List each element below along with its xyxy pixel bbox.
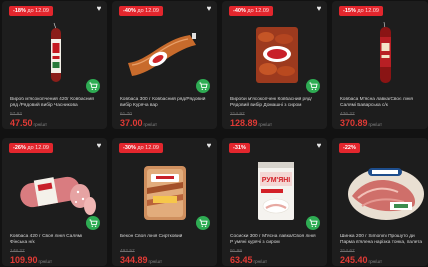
product-name[interactable]: Ковбаса 300 г Ковбасний ряд/Рядовий вибі…	[120, 97, 210, 109]
price-value: 37.00	[120, 118, 143, 128]
discount-badge: -15% до 12.09	[339, 6, 383, 16]
product-name[interactable]: Вироб м'ясокопчений 420г Ковбасний ряд /…	[10, 97, 100, 109]
favorite-heart-icon[interactable]: ♥	[314, 141, 324, 151]
price-unit: грн/шт	[148, 259, 163, 264]
old-price: 148.27	[10, 249, 25, 254]
old-price: 57.92	[10, 112, 23, 117]
price-value: 245.40	[340, 255, 368, 265]
price: 47.50грн/шт	[10, 118, 47, 129]
price-value: 344.89	[120, 255, 148, 265]
discount-percent: -18%	[13, 8, 26, 14]
discount-percent: -30%	[123, 145, 136, 151]
price: 37.00грн/шт	[120, 118, 157, 129]
price-unit: грн/шт	[258, 122, 273, 127]
price: 245.40грн/шт	[340, 255, 382, 266]
price: 344.89грн/шт	[120, 255, 162, 266]
price-value: 63.45	[230, 255, 253, 265]
add-to-cart-button[interactable]	[86, 79, 100, 93]
price-unit: грн/шт	[368, 122, 383, 127]
discount-until: до 12.09	[27, 8, 49, 14]
product-image[interactable]	[338, 158, 428, 222]
discount-percent: -40%	[123, 8, 136, 14]
old-price: 214.97	[230, 112, 245, 117]
favorite-heart-icon[interactable]: ♥	[204, 141, 214, 151]
add-to-cart-button[interactable]	[86, 216, 100, 230]
price-value: 370.89	[340, 118, 368, 128]
price: 109.90грн/шт	[10, 255, 52, 266]
product-name[interactable]: Бекон Своя лінія Сиртковий	[120, 234, 210, 240]
cart-icon	[199, 219, 208, 227]
discount-percent: -40%	[233, 8, 246, 14]
price-unit: грн/шт	[368, 259, 383, 264]
cart-icon	[89, 82, 98, 90]
product-image[interactable]: РУМ'ЯНІ	[228, 158, 321, 222]
price-unit: грн/шт	[143, 122, 158, 127]
add-to-cart-button[interactable]	[306, 79, 320, 93]
discount-badge: -26% до 12.09	[9, 143, 53, 153]
product-image[interactable]	[118, 158, 211, 222]
product-card[interactable]: -30% до 12.09 ♥ Бекон Своя лінія Сиртков…	[112, 138, 217, 266]
product-name[interactable]: Вироби м'ясокопчені Ковбасний ряд/Рядови…	[230, 97, 320, 109]
product-card[interactable]: -26% до 12.09 ♥ Ковбаса 420 г Своя лінія…	[2, 138, 107, 266]
discount-percent: -22%	[343, 145, 356, 151]
favorite-heart-icon[interactable]: ♥	[204, 4, 214, 14]
product-name[interactable]: Ковбаса М'ясна лавка/Своє лінія Салямі Б…	[340, 97, 428, 109]
favorite-heart-icon[interactable]: ♥	[314, 4, 324, 14]
discount-badge: -31%	[229, 143, 250, 153]
product-image[interactable]	[338, 21, 428, 85]
price: 63.45грн/шт	[230, 255, 267, 266]
old-price: 436.27	[340, 112, 355, 117]
discount-until: до 12.09	[137, 8, 159, 14]
discount-until: до 12.09	[247, 8, 269, 14]
discount-badge: -18% до 12.09	[9, 6, 53, 16]
discount-badge: -30% до 12.09	[119, 143, 163, 153]
product-card[interactable]: -40% до 12.09 ♥ Ковбаса 300 г Ковбасний …	[112, 1, 217, 129]
product-card[interactable]: -22% Шинка 200 г Simonini Прошуто ди Пар…	[332, 138, 428, 266]
product-image[interactable]	[8, 21, 101, 85]
product-name[interactable]: Сосиски 300 г М'ясна лавка/Своя лінія Р …	[230, 234, 320, 246]
product-grid: -18% до 12.09 ♥ Вироб м'ясокопчений 420г…	[0, 0, 428, 267]
price-unit: грн/шт	[33, 122, 48, 127]
product-name[interactable]: Шинка 200 г Simonini Прошуто ди Парма в'…	[340, 234, 428, 246]
add-to-cart-button[interactable]	[306, 216, 320, 230]
cart-icon	[199, 82, 208, 90]
product-image[interactable]	[8, 158, 101, 222]
discount-percent: -26%	[13, 145, 26, 151]
price-unit: грн/шт	[38, 259, 53, 264]
product-image[interactable]	[228, 21, 321, 85]
price-value: 109.90	[10, 255, 38, 265]
discount-badge: -40% до 12.09	[119, 6, 163, 16]
product-card[interactable]: -15% до 12.09 Ковбаса М'ясна лавка/Своє …	[332, 1, 428, 129]
discount-badge: -40% до 12.09	[229, 6, 273, 16]
product-image[interactable]	[118, 21, 211, 85]
add-to-cart-button[interactable]	[196, 216, 210, 230]
price-unit: грн/шт	[253, 259, 268, 264]
discount-until: до 12.09	[27, 145, 49, 151]
old-price: 61.70	[120, 112, 133, 117]
price: 128.89грн/шт	[230, 118, 272, 129]
cart-icon	[309, 219, 318, 227]
cart-icon	[309, 82, 318, 90]
discount-percent: -15%	[343, 8, 356, 14]
old-price: 492.57	[120, 249, 135, 254]
favorite-heart-icon[interactable]: ♥	[94, 4, 104, 14]
price-value: 47.50	[10, 118, 33, 128]
old-price: 314.67	[340, 249, 355, 254]
discount-until: до 12.09	[357, 8, 379, 14]
cart-icon	[89, 219, 98, 227]
discount-badge: -22%	[339, 143, 360, 153]
discount-until: до 12.09	[137, 145, 159, 151]
favorite-heart-icon[interactable]: ♥	[94, 141, 104, 151]
old-price: 91.99	[230, 249, 243, 254]
add-to-cart-button[interactable]	[196, 79, 210, 93]
price-value: 128.89	[230, 118, 258, 128]
product-name[interactable]: Ковбаса 420 г Своя лінія Салямі Фінська …	[10, 234, 100, 246]
svg-text:РУМ'ЯНІ: РУМ'ЯНІ	[262, 177, 291, 184]
discount-percent: -31%	[233, 145, 246, 151]
product-card[interactable]: -40% до 12.09 ♥ Вироби м'ясокопчені Ковб…	[222, 1, 327, 129]
price: 370.89грн/шт	[340, 118, 382, 129]
product-card[interactable]: -31% ♥ РУМ'ЯНІ Сосиски 300 г М'ясна лавк…	[222, 138, 327, 266]
product-card[interactable]: -18% до 12.09 ♥ Вироб м'ясокопчений 420г…	[2, 1, 107, 129]
